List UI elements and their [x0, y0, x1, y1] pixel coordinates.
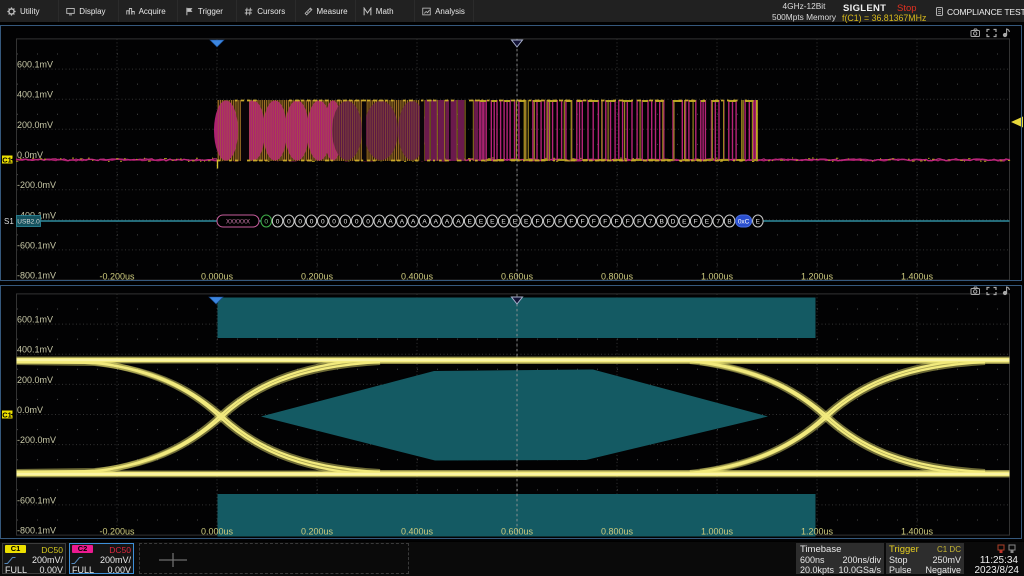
svg-text:0: 0: [310, 219, 314, 226]
svg-text:-600.1mV: -600.1mV: [17, 495, 56, 505]
svg-text:F: F: [558, 219, 562, 226]
svg-text:1.200us: 1.200us: [801, 527, 834, 537]
svg-text:F: F: [637, 219, 641, 226]
svg-text:1.400us: 1.400us: [901, 527, 934, 537]
svg-text:400.1mV: 400.1mV: [17, 90, 53, 100]
svg-text:F: F: [694, 219, 698, 226]
svg-text:A: A: [388, 219, 393, 226]
svg-text:B: B: [660, 219, 664, 226]
svg-text:F: F: [569, 219, 573, 226]
svg-text:A: A: [400, 219, 405, 226]
svg-text:1.400us: 1.400us: [901, 272, 934, 282]
svg-text:600.1mV: 600.1mV: [17, 315, 53, 325]
svg-text:A: A: [434, 219, 439, 226]
svg-text:E: E: [468, 219, 473, 226]
svg-text:-200.0mV: -200.0mV: [17, 180, 56, 190]
svg-text:400.1mV: 400.1mV: [17, 345, 53, 355]
svg-text:C1: C1: [2, 411, 12, 420]
svg-text:0.800us: 0.800us: [601, 272, 634, 282]
svg-text:B: B: [727, 219, 731, 226]
svg-text:600.1mV: 600.1mV: [17, 60, 53, 70]
svg-text:-0.200us: -0.200us: [99, 272, 135, 282]
svg-text:C1: C1: [2, 156, 12, 165]
svg-text:1.000us: 1.000us: [701, 272, 734, 282]
svg-text:A: A: [377, 219, 382, 226]
svg-text:A: A: [456, 219, 461, 226]
svg-text:1.000us: 1.000us: [701, 527, 734, 537]
svg-text:200.0mV: 200.0mV: [17, 120, 53, 130]
svg-text:0: 0: [276, 219, 280, 226]
svg-text:0.0mV: 0.0mV: [17, 405, 43, 415]
svg-text:0: 0: [344, 219, 348, 226]
svg-text:XXXXXX: XXXXXX: [226, 220, 250, 226]
svg-text:E: E: [501, 219, 506, 226]
svg-text:F: F: [603, 219, 607, 226]
svg-text:E: E: [756, 219, 761, 226]
svg-text:A: A: [422, 219, 427, 226]
svg-text:0.000us: 0.000us: [201, 272, 234, 282]
svg-text:-600.1mV: -600.1mV: [17, 240, 56, 250]
svg-text:0xC: 0xC: [738, 219, 750, 226]
svg-text:F: F: [536, 219, 540, 226]
svg-text:0: 0: [264, 219, 268, 226]
svg-text:A: A: [445, 219, 450, 226]
svg-text:-800.1mV: -800.1mV: [17, 271, 56, 281]
svg-text:200.0mV: 200.0mV: [17, 375, 53, 385]
svg-text:USB2.0: USB2.0: [17, 219, 40, 226]
svg-text:E: E: [524, 219, 529, 226]
svg-text:0.600us: 0.600us: [501, 527, 534, 537]
svg-text:E: E: [705, 219, 710, 226]
svg-text:0: 0: [321, 219, 325, 226]
svg-text:-200.0mV: -200.0mV: [17, 435, 56, 445]
svg-text:0.200us: 0.200us: [301, 527, 334, 537]
svg-text:0.400us: 0.400us: [401, 527, 434, 537]
svg-text:E: E: [490, 219, 495, 226]
svg-text:0.000us: 0.000us: [201, 527, 234, 537]
svg-text:0.800us: 0.800us: [601, 527, 634, 537]
svg-text:0: 0: [332, 219, 336, 226]
svg-text:F: F: [592, 219, 596, 226]
svg-text:1.200us: 1.200us: [801, 272, 834, 282]
svg-text:0.0mV: 0.0mV: [17, 150, 43, 160]
svg-text:D: D: [671, 219, 676, 226]
svg-text:E: E: [682, 219, 687, 226]
svg-text:E: E: [479, 219, 484, 226]
svg-text:0: 0: [366, 219, 370, 226]
svg-text:7: 7: [649, 219, 653, 226]
svg-text:F: F: [547, 219, 551, 226]
svg-text:0: 0: [355, 219, 359, 226]
svg-text:F: F: [581, 219, 585, 226]
svg-text:7: 7: [716, 219, 720, 226]
svg-text:-0.200us: -0.200us: [99, 527, 135, 537]
svg-text:0.200us: 0.200us: [301, 272, 334, 282]
svg-text:0: 0: [287, 219, 291, 226]
svg-text:A: A: [411, 219, 416, 226]
svg-text:S1: S1: [4, 217, 14, 226]
svg-text:F: F: [626, 219, 630, 226]
svg-text:0: 0: [298, 219, 302, 226]
svg-text:-800.1mV: -800.1mV: [17, 526, 56, 536]
svg-text:F: F: [615, 219, 619, 226]
svg-text:0.400us: 0.400us: [401, 272, 434, 282]
